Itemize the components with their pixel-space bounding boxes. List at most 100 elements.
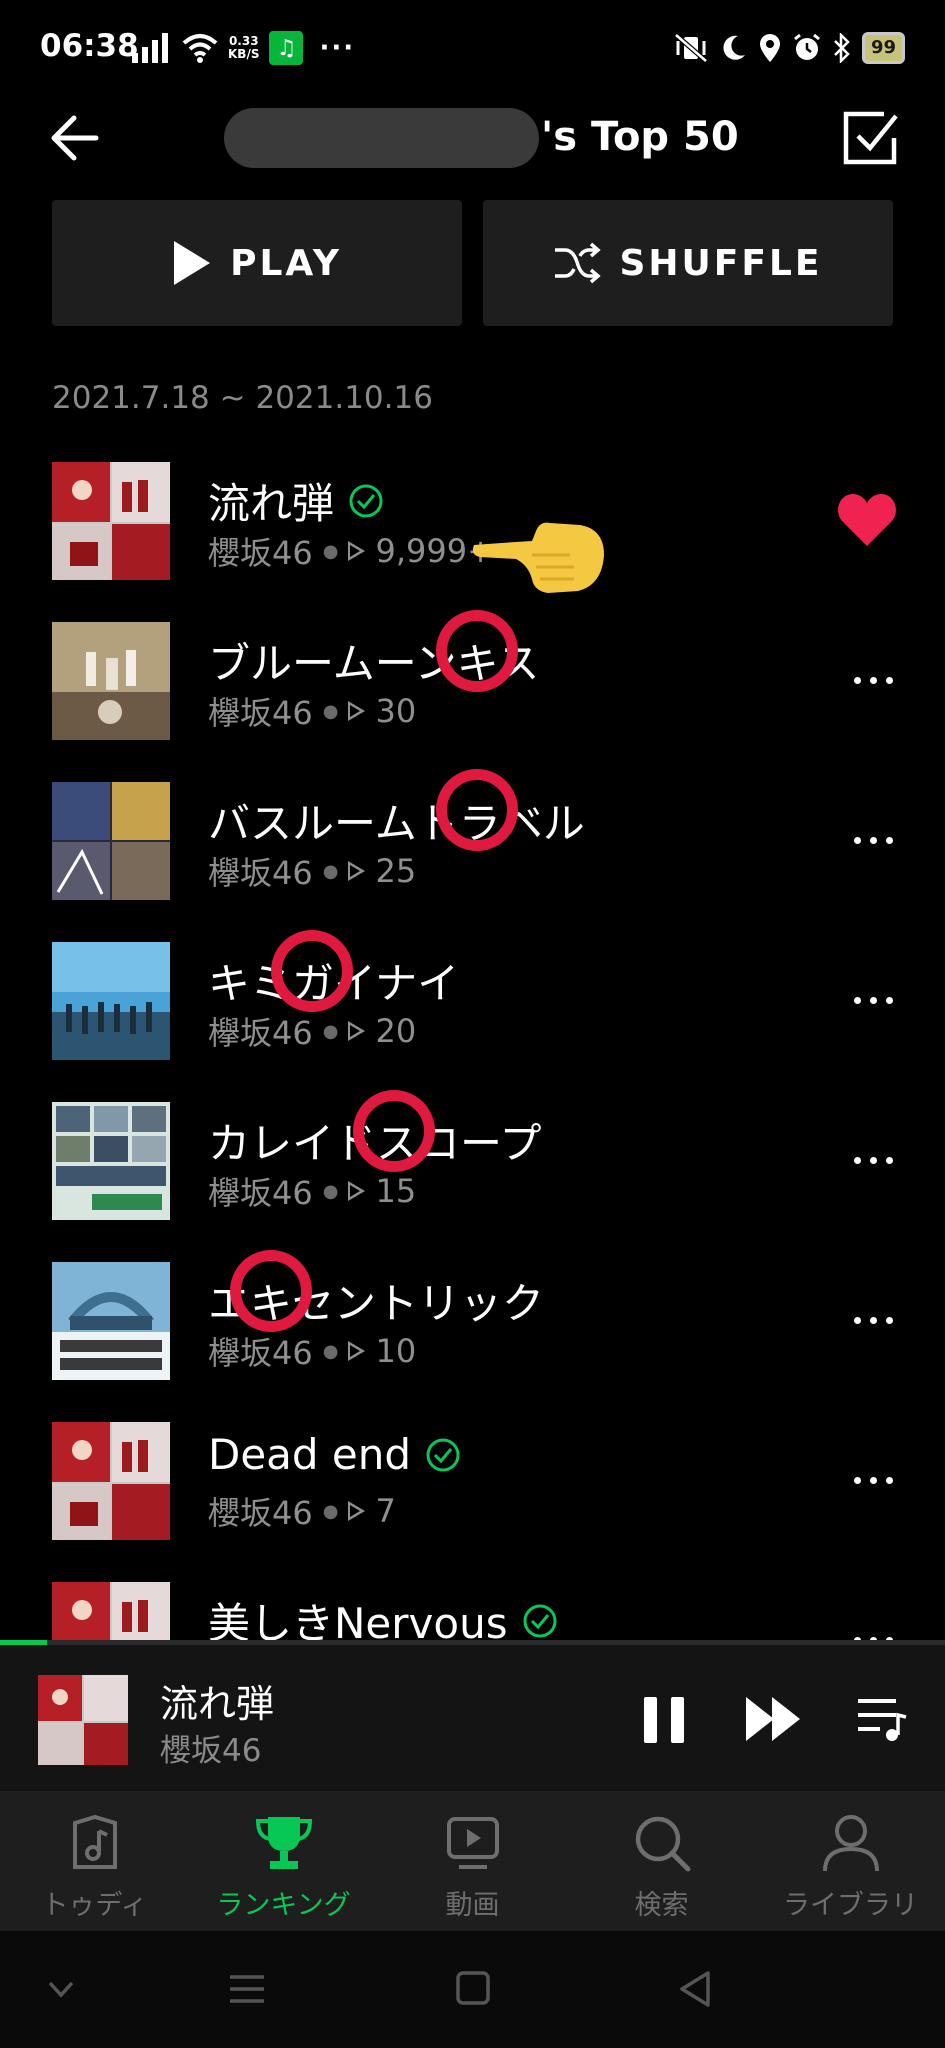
play-count-icon xyxy=(348,541,366,561)
track-play-count: 10 xyxy=(375,1332,417,1370)
tab-label: 動画 xyxy=(445,1890,500,1921)
queue-icon[interactable] xyxy=(856,1693,908,1743)
play-count-icon xyxy=(348,1181,366,1201)
separator-dot: ● xyxy=(322,700,339,722)
now-playing-album-art xyxy=(38,1675,128,1765)
album-art xyxy=(52,1422,170,1540)
select-checkbox-icon[interactable] xyxy=(840,108,900,168)
track-meta: 欅坂46 ● 10 xyxy=(208,1328,416,1374)
separator-dot: ● xyxy=(322,1180,339,1202)
more-options-icon[interactable] xyxy=(843,1300,903,1340)
play-count-icon xyxy=(348,861,366,881)
status-bar: 06:38 0.33 KB/S ♫ ··· 99 xyxy=(0,0,945,90)
play-all-label: PLAY xyxy=(230,242,342,284)
mini-player[interactable]: 流れ弾 櫻坂46 xyxy=(0,1645,945,1791)
network-speed-unit: KB/S xyxy=(228,47,260,61)
shuffle-button[interactable]: SHUFFLE xyxy=(483,200,893,326)
track-title: カレイドスコープ xyxy=(208,1119,542,1168)
track-title-row: キミガイナイ xyxy=(208,950,459,1011)
track-row[interactable]: エキセントリック 欅坂46 ● 10 xyxy=(0,1262,945,1380)
more-options-icon[interactable] xyxy=(843,1140,903,1180)
shuffle-icon xyxy=(555,242,602,284)
play-count-icon xyxy=(348,1341,366,1361)
track-artist: 欅坂46 xyxy=(208,1014,313,1052)
vibrate-icon xyxy=(674,33,708,63)
home-icon[interactable] xyxy=(448,1967,498,2011)
signal-icon xyxy=(132,33,168,63)
pointing-hand-icon xyxy=(472,522,604,593)
track-meta: 欅坂46 ● 30 xyxy=(208,688,416,734)
alarm-icon xyxy=(794,33,820,60)
pause-icon[interactable] xyxy=(642,1695,688,1745)
tab-today[interactable]: トゥディ xyxy=(0,1791,189,1931)
tab-library[interactable]: ライブラリ xyxy=(756,1791,945,1931)
play-all-button[interactable]: PLAY xyxy=(52,200,462,326)
track-play-count: 7 xyxy=(375,1492,396,1530)
trophy-icon xyxy=(255,1817,312,1869)
album-art xyxy=(52,942,170,1060)
tab-label: 検索 xyxy=(634,1890,689,1921)
system-navigation-bar xyxy=(0,1931,945,2048)
separator-dot: ● xyxy=(322,860,339,882)
track-meta: 櫻坂46 ● 7 xyxy=(208,1488,396,1534)
more-options-icon[interactable] xyxy=(843,1460,903,1500)
shuffle-label: SHUFFLE xyxy=(619,242,823,284)
play-count-icon xyxy=(348,1501,366,1521)
heart-icon[interactable] xyxy=(837,492,897,548)
search-icon xyxy=(635,1816,690,1872)
tab-ranking[interactable]: ランキング xyxy=(189,1791,378,1931)
track-artist: 欅坂46 xyxy=(208,694,313,732)
more-options-icon[interactable] xyxy=(843,660,903,700)
track-row[interactable]: 美しきNervous xyxy=(0,1582,945,1640)
track-row[interactable]: バスルームトラベル 欅坂46 ● 25 xyxy=(0,782,945,900)
chevron-down-icon[interactable] xyxy=(36,1967,86,2011)
track-row[interactable]: Dead end 櫻坂46 ● 7 xyxy=(0,1422,945,1540)
track-meta: 櫻坂46 ● 9,999+ xyxy=(208,528,494,574)
track-artist: 櫻坂46 xyxy=(208,534,313,572)
header: 's Top 50 xyxy=(0,90,945,200)
track-title-row: ブルームーンキス xyxy=(208,630,539,691)
person-icon xyxy=(822,1815,879,1872)
now-playing-title: 流れ弾 xyxy=(160,1682,275,1726)
battery-level: 99 xyxy=(861,32,905,64)
album-art xyxy=(52,622,170,740)
back-triangle-icon[interactable] xyxy=(672,1967,722,2011)
play-count-icon xyxy=(348,701,366,721)
status-left-icons: 0.33 KB/S ♫ ··· xyxy=(132,30,355,66)
album-art xyxy=(52,462,170,580)
track-title: ブルームーンキス xyxy=(208,639,540,688)
track-title-row: 流れ弾 xyxy=(208,470,384,531)
bluetooth-icon xyxy=(834,33,850,63)
track-artist: 欅坂46 xyxy=(208,1174,313,1212)
track-play-count: 20 xyxy=(375,1012,417,1050)
album-art xyxy=(52,1582,170,1640)
more-options-icon[interactable] xyxy=(843,1620,903,1640)
verified-check-icon xyxy=(523,1604,557,1637)
track-title: Dead end xyxy=(208,1430,412,1479)
track-row[interactable]: ブルームーンキス 欅坂46 ● 30 xyxy=(0,622,945,740)
moon-icon xyxy=(723,35,745,60)
play-icon xyxy=(174,241,211,285)
recent-apps-icon[interactable] xyxy=(222,1967,272,2011)
location-icon xyxy=(759,34,780,62)
more-options-icon[interactable] xyxy=(843,820,903,860)
track-row[interactable]: キミガイナイ 欅坂46 ● 20 xyxy=(0,942,945,1060)
track-row[interactable]: カレイドスコープ 欅坂46 ● 15 xyxy=(0,1102,945,1220)
album-art xyxy=(52,1102,170,1220)
play-count-icon xyxy=(348,1021,366,1041)
tab-label: ランキング xyxy=(216,1890,351,1921)
network-speed: 0.33 KB/S xyxy=(228,35,259,61)
date-range: 2021.7.18 ~ 2021.10.16 xyxy=(52,380,433,416)
more-options-icon[interactable] xyxy=(843,980,903,1020)
skip-next-icon[interactable] xyxy=(744,1693,804,1745)
track-title: バスルームトラベル xyxy=(208,799,585,848)
track-title: キミガイナイ xyxy=(208,959,460,1008)
track-list: 流れ弾 櫻坂46 ● 9,999+ ブルームーンキス 欅坂46 ● 30 バスル… xyxy=(0,462,945,1640)
back-arrow-icon[interactable] xyxy=(46,108,106,168)
track-meta: 欅坂46 ● 15 xyxy=(208,1168,416,1214)
tab-video[interactable]: 動画 xyxy=(378,1791,567,1931)
tab-label: ライブラリ xyxy=(783,1890,918,1921)
track-artist: 欅坂46 xyxy=(208,854,313,892)
tab-search[interactable]: 検索 xyxy=(567,1791,756,1931)
track-artist: 櫻坂46 xyxy=(208,1494,313,1532)
